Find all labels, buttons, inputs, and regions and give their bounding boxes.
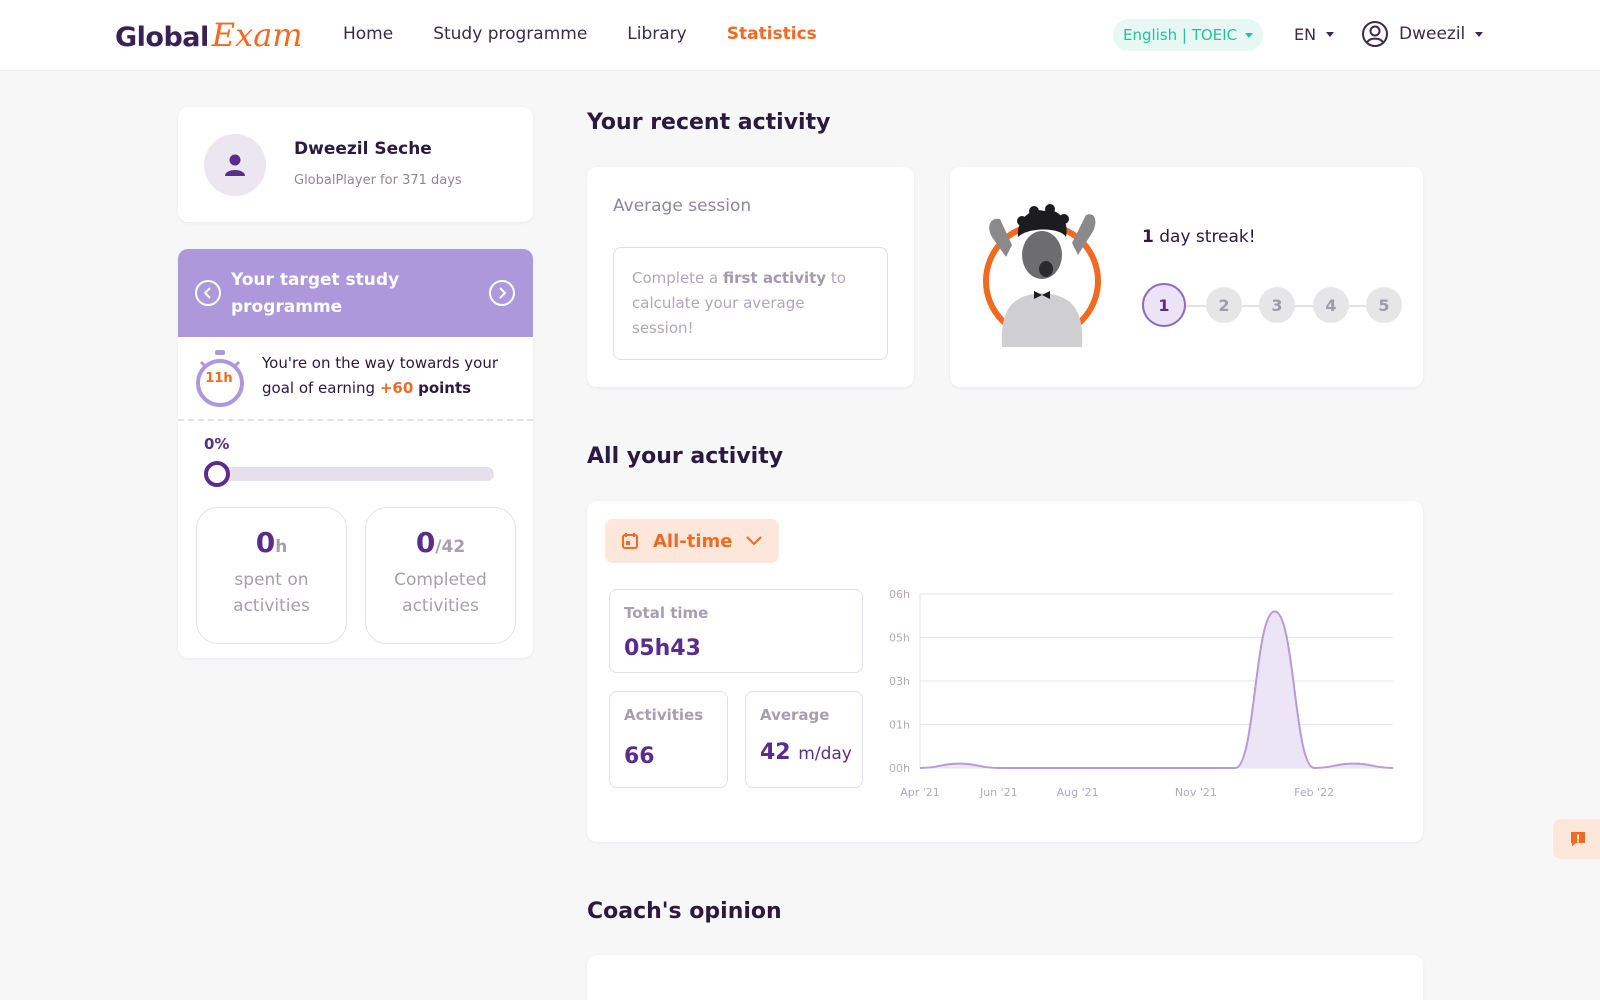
average-session-message: Complete a first activity to calculate y… bbox=[613, 247, 888, 360]
goal-points-word: points bbox=[418, 379, 472, 397]
next-programme-button[interactable] bbox=[489, 280, 515, 306]
series-area bbox=[920, 611, 1393, 768]
streak-days: 1 2 3 4 5 bbox=[1142, 283, 1404, 327]
avg-msg-a: Complete a bbox=[632, 269, 724, 287]
time-spent-value: 0 bbox=[255, 526, 276, 559]
previous-programme-button[interactable] bbox=[195, 280, 221, 306]
feedback-button[interactable] bbox=[1553, 819, 1600, 859]
timer-label: 11h bbox=[205, 371, 233, 386]
nav-home[interactable]: Home bbox=[343, 24, 393, 44]
average-label: Average bbox=[760, 706, 830, 724]
activities-value: 66 bbox=[624, 744, 655, 769]
completed-total: /42 bbox=[435, 537, 466, 557]
completed-activities-box: 0/42 Completed activities bbox=[365, 507, 516, 644]
average-session-title: Average session bbox=[613, 196, 752, 216]
x-tick-label: Apr '21 bbox=[900, 786, 940, 799]
goal-points: +60 bbox=[379, 379, 414, 397]
activities-box: Activities 66 bbox=[609, 691, 728, 788]
goal-row: 11h You're on the way towards your goal … bbox=[178, 337, 533, 421]
streak-day-5: 5 bbox=[1366, 287, 1402, 323]
locale-label: EN bbox=[1294, 25, 1317, 44]
period-filter-dropdown[interactable]: All-time bbox=[605, 519, 779, 563]
nav-statistics[interactable]: Statistics bbox=[727, 24, 817, 44]
time-spent-label: spent on activities bbox=[233, 570, 310, 616]
total-time-label: Total time bbox=[624, 604, 709, 622]
user-name: Dweezil bbox=[1399, 24, 1466, 44]
y-tick-label: 05h bbox=[889, 632, 910, 645]
chevron-right-icon bbox=[499, 287, 507, 299]
coach-opinion-card bbox=[587, 955, 1423, 1000]
excited-person-illustration bbox=[983, 204, 1101, 347]
y-tick-label: 00h bbox=[889, 762, 910, 775]
logo-text-exam: Exam bbox=[211, 16, 303, 54]
streak-day-1: 1 bbox=[1142, 283, 1186, 327]
streak-card: 1 day streak! 1 2 3 4 5 bbox=[950, 167, 1423, 387]
logo-text-global: Global bbox=[115, 22, 209, 53]
time-spent-unit: h bbox=[275, 537, 288, 557]
period-filter-label: All-time bbox=[653, 530, 733, 552]
total-time-box: Total time 05h43 bbox=[609, 589, 863, 673]
completed-label: Completed activities bbox=[394, 570, 487, 616]
caret-down-icon bbox=[1475, 31, 1484, 37]
y-tick-label: 01h bbox=[889, 719, 910, 732]
y-tick-label: 03h bbox=[889, 675, 910, 688]
caret-down-icon bbox=[1326, 32, 1335, 37]
nav-library[interactable]: Library bbox=[627, 24, 686, 44]
all-activity-heading: All your activity bbox=[587, 444, 784, 469]
chevron-left-icon bbox=[203, 287, 211, 299]
x-tick-label: Jun '21 bbox=[979, 786, 1018, 799]
locale-selector[interactable]: EN bbox=[1294, 25, 1335, 44]
profile-subtitle: GlobalPlayer for 371 days bbox=[294, 173, 462, 188]
nav-study-programme[interactable]: Study programme bbox=[433, 24, 587, 44]
chevron-down-icon bbox=[746, 536, 763, 546]
progress-percent: 0% bbox=[204, 435, 230, 453]
feedback-alert-icon bbox=[1571, 832, 1585, 846]
time-spent-box: 0h spent on activities bbox=[196, 507, 347, 644]
course-selector[interactable]: English | TOEIC bbox=[1113, 19, 1264, 51]
activities-label: Activities bbox=[624, 706, 704, 724]
user-circle-icon bbox=[1362, 21, 1388, 47]
average-session-card: Average session Complete a first activit… bbox=[587, 167, 914, 387]
x-tick-label: Aug '21 bbox=[1057, 786, 1099, 799]
y-tick-label: 06h bbox=[889, 588, 910, 601]
avg-msg-b: first activity bbox=[723, 269, 827, 287]
calendar-icon bbox=[622, 533, 638, 549]
user-menu[interactable]: Dweezil bbox=[1361, 20, 1484, 48]
progress-track bbox=[208, 467, 494, 481]
coach-opinion-heading: Coach's opinion bbox=[587, 899, 782, 924]
average-unit: m/day bbox=[798, 744, 852, 764]
streak-day-3: 3 bbox=[1259, 287, 1295, 323]
recent-activity-heading: Your recent activity bbox=[587, 110, 831, 135]
completed-value: 0 bbox=[415, 526, 436, 559]
target-programme-card: Your target study programme 11h You're o… bbox=[178, 249, 533, 658]
profile-name: Dweezil Seche bbox=[294, 139, 432, 159]
profile-card: Dweezil Seche GlobalPlayer for 371 days bbox=[178, 107, 533, 222]
streak-text: 1 day streak! bbox=[1142, 227, 1256, 247]
target-header: Your target study programme bbox=[178, 249, 533, 337]
all-activity-card: All-time Total time 05h43 Activities 66 … bbox=[587, 501, 1423, 842]
total-time-value: 05h43 bbox=[624, 636, 701, 661]
streak-day-4: 4 bbox=[1313, 287, 1349, 323]
goal-text: You're on the way towards your goal of e… bbox=[262, 351, 524, 401]
avatar bbox=[204, 134, 266, 196]
average-value: 42 bbox=[760, 740, 791, 765]
target-title: Your target study programme bbox=[231, 270, 400, 317]
caret-down-icon bbox=[1245, 32, 1254, 38]
top-navbar: Global Exam Home Study programme Library… bbox=[0, 0, 1600, 71]
x-tick-label: Feb '22 bbox=[1294, 786, 1334, 799]
streak-day-2: 2 bbox=[1206, 287, 1242, 323]
globalexam-logo[interactable]: Global Exam bbox=[115, 16, 303, 56]
streak-count: 1 bbox=[1142, 227, 1154, 247]
streak-suffix: day streak! bbox=[1153, 227, 1256, 247]
course-selector-label: English | TOEIC bbox=[1123, 26, 1238, 44]
series-line bbox=[919, 610, 1394, 770]
activity-area-chart: 06h 05h 03h 01h 00h Apr '21 Jun '21 Aug '21 Nov … bbox=[889, 588, 1394, 799]
progress-knob bbox=[204, 461, 230, 487]
user-silhouette-icon bbox=[225, 154, 245, 176]
average-box: Average 42 m/day bbox=[745, 691, 863, 788]
x-tick-label: Nov '21 bbox=[1175, 786, 1217, 799]
main-nav: Home Study programme Library Statistics bbox=[343, 24, 857, 44]
